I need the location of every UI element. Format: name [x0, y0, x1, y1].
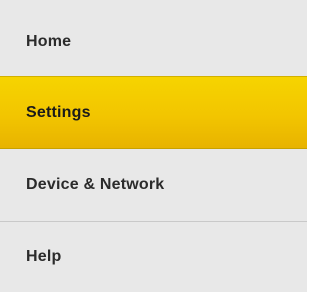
- nav-item-device-network-label: Device & Network: [26, 176, 165, 193]
- nav-item-help-label: Help: [26, 248, 62, 265]
- nav-item-device-network[interactable]: Device & Network: [0, 148, 307, 222]
- nav-item-home[interactable]: Home: [0, 0, 307, 77]
- nav-item-settings[interactable]: Settings: [0, 77, 307, 148]
- nav-item-home-label: Home: [26, 32, 72, 50]
- nav-item-settings-label: Settings: [26, 103, 91, 121]
- sidebar-nav: Home Settings Device & Network Help: [0, 0, 307, 292]
- nav-item-help[interactable]: Help: [0, 222, 307, 292]
